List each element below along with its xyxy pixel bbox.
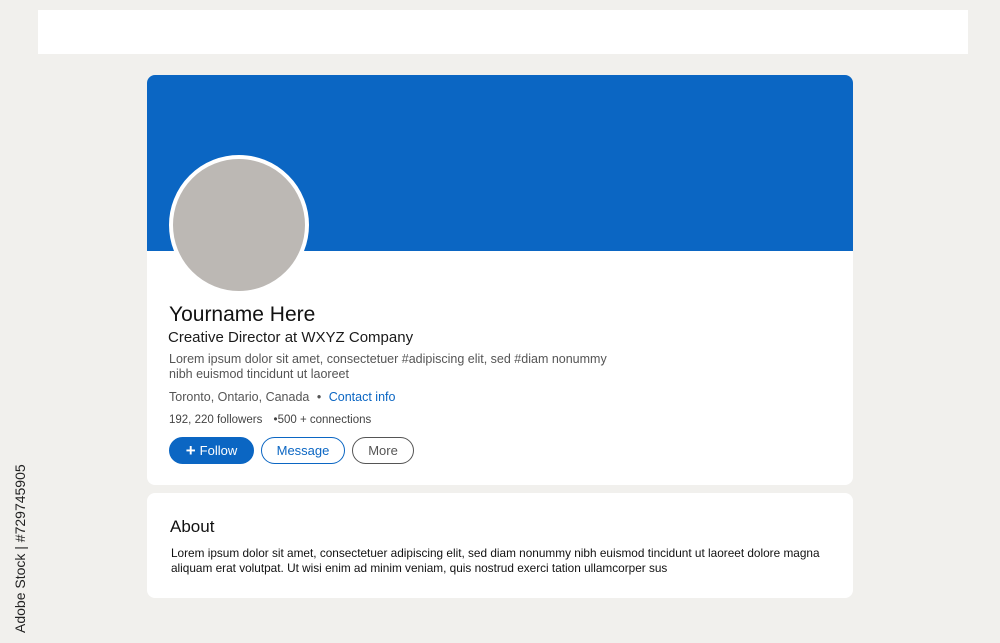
profile-bio: Lorem ipsum dolor sit amet, consectetuer… bbox=[169, 352, 607, 381]
message-button-label: Message bbox=[276, 443, 330, 458]
plus-icon: + bbox=[185, 441, 196, 460]
location-row: Toronto, Ontario, Canada • Contact info bbox=[169, 390, 395, 404]
more-button[interactable]: More bbox=[352, 437, 414, 464]
about-text: Lorem ipsum dolor sit amet, consectetuer… bbox=[171, 546, 820, 575]
about-card: About Lorem ipsum dolor sit amet, consec… bbox=[147, 493, 853, 598]
about-title: About bbox=[170, 517, 215, 536]
followers-count[interactable]: 192, 220 followers bbox=[169, 414, 262, 426]
message-button[interactable]: Message bbox=[261, 437, 345, 464]
top-navigation-bar bbox=[38, 10, 968, 54]
stock-watermark-text: Adobe Stock | #729745905 bbox=[12, 464, 28, 633]
stats-row: 192, 220 followers •500 + connections bbox=[169, 414, 371, 426]
follow-button[interactable]: + Follow bbox=[169, 437, 254, 464]
profile-location: Toronto, Ontario, Canada bbox=[169, 390, 310, 404]
contact-info-link[interactable]: Contact info bbox=[329, 390, 396, 404]
profile-avatar[interactable] bbox=[169, 155, 309, 295]
profile-name: Yourname Here bbox=[169, 303, 316, 326]
profile-card: Yourname Here Creative Director at WXYZ … bbox=[147, 75, 853, 485]
profile-headline: Creative Director at WXYZ Company bbox=[168, 329, 414, 346]
location-separator: • bbox=[316, 390, 322, 404]
more-button-label: More bbox=[368, 443, 398, 458]
stock-watermark-label: Adobe Stock | #729745905 bbox=[12, 403, 36, 633]
follow-button-label: Follow bbox=[199, 443, 238, 458]
page: Yourname Here Creative Director at WXYZ … bbox=[0, 0, 1000, 643]
connections-count[interactable]: •500 + connections bbox=[274, 414, 372, 426]
